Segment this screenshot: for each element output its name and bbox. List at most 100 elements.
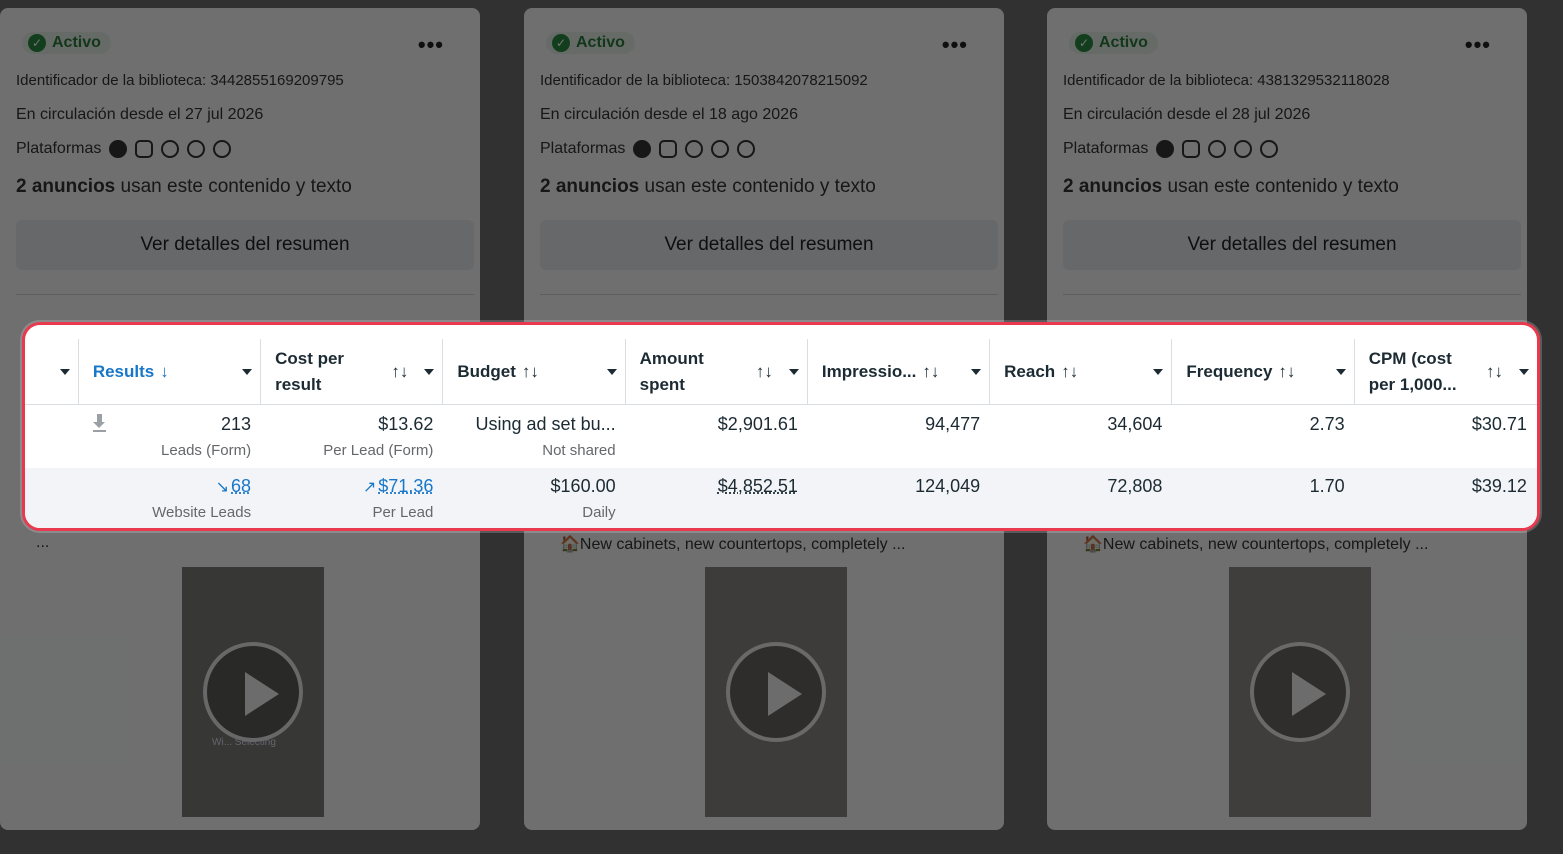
summary-details-button[interactable]: Ver detalles del resumen bbox=[16, 220, 474, 270]
check-icon: ✓ bbox=[1075, 34, 1093, 52]
header-cpm[interactable]: CPM (cost per 1,000... ↑↓ bbox=[1355, 339, 1537, 405]
status-label: Activo bbox=[1099, 34, 1148, 51]
caret-down-icon[interactable] bbox=[1153, 369, 1164, 375]
sort-icon[interactable]: ↑↓ bbox=[1278, 359, 1295, 385]
check-icon: ✓ bbox=[28, 34, 46, 52]
caret-down-icon[interactable] bbox=[971, 369, 982, 375]
caret-down-icon[interactable] bbox=[1518, 369, 1529, 375]
messenger-icon bbox=[1234, 140, 1253, 158]
header-cost-per-result[interactable]: Cost per result ↑↓ bbox=[261, 339, 444, 405]
platforms-label: Plataformas bbox=[540, 140, 626, 157]
sort-icon[interactable]: ↑↓ bbox=[922, 359, 939, 385]
platforms-row: Plataformas bbox=[540, 140, 756, 158]
status-badge: ✓ Activo bbox=[22, 32, 111, 54]
audience-network-icon bbox=[1208, 140, 1227, 158]
usage-text: 2 anuncios usan este contenido y texto bbox=[16, 176, 352, 197]
caret-down-icon[interactable] bbox=[59, 369, 70, 375]
cell-impressions: 94,477 bbox=[925, 414, 981, 434]
sort-icon[interactable]: ↑↓ bbox=[756, 359, 773, 385]
sort-desc-icon[interactable]: ↓ bbox=[160, 359, 169, 385]
library-id: Identificador de la biblioteca: 43813295… bbox=[1063, 72, 1390, 89]
cell-cpm: $39.12 bbox=[1471, 476, 1527, 496]
cell-cost-per-result: $13.62 Per Lead (Form) bbox=[323, 414, 434, 459]
summary-details-button[interactable]: Ver detalles del resumen bbox=[1063, 220, 1521, 270]
facebook-icon bbox=[633, 140, 652, 158]
facebook-icon bbox=[1156, 140, 1175, 158]
header-amount-label: Amount spent bbox=[639, 349, 704, 394]
library-id: Identificador de la biblioteca: 15038420… bbox=[540, 72, 868, 89]
header-impressions[interactable]: Impressio... ↑↓ bbox=[808, 339, 991, 405]
header-reach-label: Reach bbox=[1004, 362, 1056, 381]
divider bbox=[540, 294, 998, 295]
caret-down-icon[interactable] bbox=[424, 369, 435, 375]
sort-icon[interactable]: ↑↓ bbox=[1061, 359, 1078, 385]
running-since: En circulación desde el 18 ago 2026 bbox=[540, 106, 798, 123]
threads-icon bbox=[213, 140, 232, 158]
header-cpm-label: CPM (cost per 1,000... bbox=[1368, 349, 1457, 394]
caret-down-icon[interactable] bbox=[788, 369, 799, 375]
cell-results: 213 Leads (Form) bbox=[79, 406, 261, 468]
metrics-table: Results ↓ Cost per result ↑↓ Budget ↑↓ A… bbox=[22, 322, 1540, 531]
header-amount-spent[interactable]: Amount spent ↑↓ bbox=[626, 339, 808, 405]
caret-down-icon[interactable] bbox=[606, 369, 617, 375]
header-budget[interactable]: Budget ↑↓ bbox=[443, 339, 626, 405]
video-overlay-text: Wi... Selecting bbox=[212, 737, 276, 748]
play-icon[interactable] bbox=[1250, 642, 1350, 742]
ad-video[interactable]: Wi... Selecting bbox=[182, 567, 324, 817]
audience-network-icon bbox=[685, 140, 704, 158]
status-label: Activo bbox=[576, 34, 625, 51]
more-options-icon[interactable]: ••• bbox=[1465, 32, 1491, 58]
header-impressions-label: Impressio... bbox=[821, 362, 917, 381]
header-results-label: Results bbox=[92, 362, 155, 381]
sort-icon[interactable]: ↑↓ bbox=[391, 359, 408, 385]
header-frequency-label: Frequency bbox=[1186, 362, 1273, 381]
platforms-label: Plataformas bbox=[1063, 140, 1149, 157]
ad-video[interactable] bbox=[1229, 567, 1371, 817]
status-label: Activo bbox=[52, 34, 101, 51]
trend-up-icon: ↗ bbox=[362, 479, 377, 496]
play-icon[interactable] bbox=[726, 642, 826, 742]
platforms-row: Plataformas bbox=[16, 140, 232, 158]
header-reach[interactable]: Reach ↑↓ bbox=[990, 339, 1173, 405]
status-badge: ✓ Activo bbox=[1069, 32, 1158, 54]
cell-impressions: 124,049 bbox=[915, 476, 981, 496]
cell-frequency: 1.70 bbox=[1309, 476, 1345, 496]
header-frequency[interactable]: Frequency ↑↓ bbox=[1172, 339, 1355, 405]
header-cost-label: Cost per result bbox=[275, 349, 345, 394]
divider bbox=[1063, 294, 1521, 295]
row-actions bbox=[25, 468, 79, 528]
cell-reach: 34,604 bbox=[1107, 414, 1163, 434]
caret-down-icon[interactable] bbox=[242, 369, 253, 375]
sort-icon[interactable]: ↑↓ bbox=[522, 359, 539, 385]
header-budget-label: Budget bbox=[457, 362, 516, 381]
messenger-icon bbox=[187, 140, 206, 158]
running-since: En circulación desde el 28 jul 2026 bbox=[1063, 106, 1311, 123]
running-since: En circulación desde el 27 jul 2026 bbox=[16, 106, 264, 123]
ad-caption: 🏠New cabinets, new countertops, complete… bbox=[560, 536, 906, 553]
threads-icon bbox=[737, 140, 756, 158]
more-options-icon[interactable]: ••• bbox=[942, 32, 968, 58]
more-options-icon[interactable]: ••• bbox=[418, 32, 444, 58]
table-row: ↘ 68 Website Leads ↗ $71.36 Per Lead $160.… bbox=[25, 468, 1537, 528]
cell-cost-per-result: ↗ $71.36 Per Lead bbox=[362, 476, 434, 521]
download-icon[interactable] bbox=[92, 414, 107, 432]
usage-text: 2 anuncios usan este contenido y texto bbox=[540, 176, 876, 197]
summary-details-button[interactable]: Ver detalles del resumen bbox=[540, 220, 998, 270]
play-icon[interactable] bbox=[203, 642, 303, 742]
cost-link[interactable]: ↗ $71.36 bbox=[363, 476, 433, 497]
messenger-icon bbox=[711, 140, 730, 158]
divider bbox=[16, 294, 474, 295]
cell-reach: 72,808 bbox=[1107, 476, 1163, 496]
sort-icon[interactable]: ↑↓ bbox=[1486, 359, 1503, 385]
trend-down-icon: ↘ bbox=[215, 479, 230, 496]
header-results[interactable]: Results ↓ bbox=[79, 339, 262, 405]
cell-budget: $160.00 Daily bbox=[550, 476, 616, 521]
table-row: 213 Leads (Form) $13.62 Per Lead (Form) … bbox=[25, 406, 1537, 468]
instagram-icon bbox=[1182, 140, 1201, 158]
row-actions bbox=[25, 406, 79, 468]
results-link[interactable]: ↘ 68 bbox=[216, 476, 251, 497]
ad-video[interactable] bbox=[705, 567, 847, 817]
caret-down-icon[interactable] bbox=[1335, 369, 1346, 375]
cell-cpm: $30.71 bbox=[1471, 414, 1527, 434]
column-selector[interactable] bbox=[25, 339, 79, 405]
